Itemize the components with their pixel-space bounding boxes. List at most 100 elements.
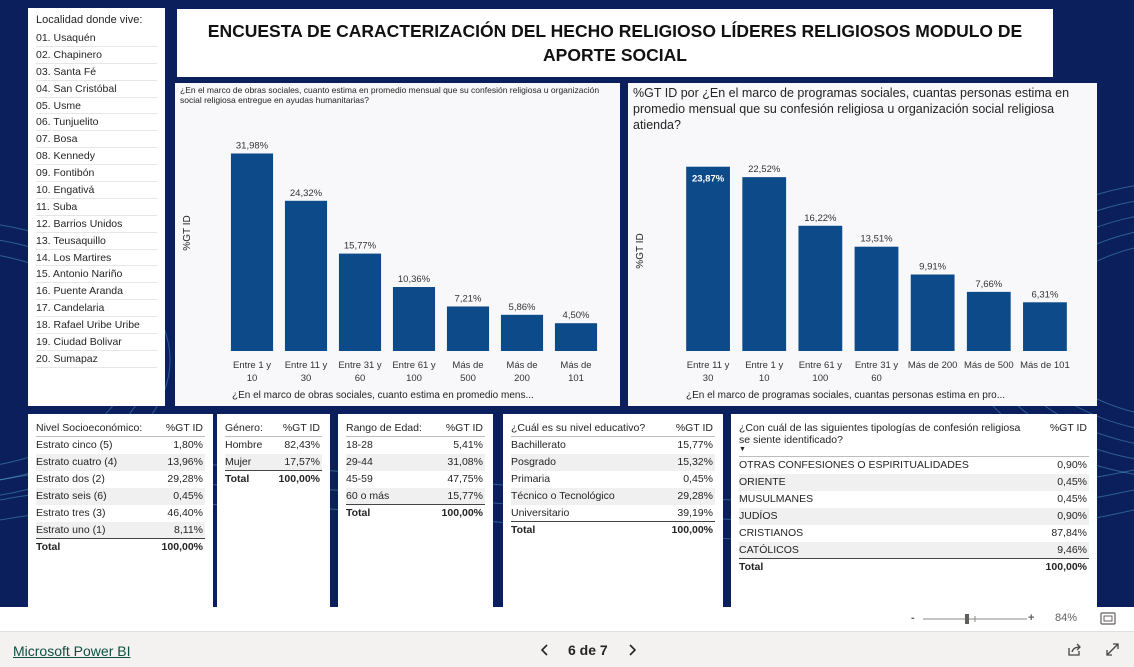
bar[interactable] bbox=[338, 253, 382, 351]
next-page-icon[interactable] bbox=[627, 644, 637, 656]
slicer-item[interactable]: 09. Fontibón bbox=[36, 165, 157, 183]
zoom-out-button[interactable]: - bbox=[911, 612, 915, 624]
slicer-item[interactable]: 07. Bosa bbox=[36, 131, 157, 149]
chart-programas-sociales: %GT ID 23,87% Entre 11 y 30 22,52% Entre 1 y 1… bbox=[628, 83, 1097, 406]
slicer-item[interactable]: 18. Rafael Uribe Uribe bbox=[36, 317, 157, 335]
slicer-item[interactable]: 17. Candelaria bbox=[36, 300, 157, 318]
slicer-item[interactable]: 03. Santa Fé bbox=[36, 64, 157, 81]
table-row[interactable]: OTRAS CONFESIONES O ESPIRITUALIDADES 0,90… bbox=[739, 457, 1089, 474]
table-row[interactable]: Estrato cuatro (4) 13,96% bbox=[36, 453, 205, 471]
column-header[interactable]: Nivel Socioeconómico: bbox=[36, 420, 157, 437]
x-tick-label: Más de bbox=[560, 360, 591, 371]
slicer-item[interactable]: 10. Engativá bbox=[36, 182, 157, 199]
table-row[interactable]: 18-28 5,41% bbox=[346, 437, 485, 454]
row-label: Estrato dos (2) bbox=[36, 473, 105, 485]
table-row[interactable]: Hombre 82,43% bbox=[225, 437, 322, 454]
data-label: 22,52% bbox=[748, 164, 781, 175]
table-row[interactable]: Estrato dos (2) 29,28% bbox=[36, 471, 205, 488]
table-row[interactable]: CRISTIANOS 87,84% bbox=[739, 525, 1089, 542]
table-row[interactable]: ORIENTE 0,45% bbox=[739, 473, 1089, 491]
bar[interactable] bbox=[854, 246, 899, 351]
row-value: 29,28% bbox=[665, 487, 715, 505]
x-tick-label: Más de 101 bbox=[1020, 360, 1070, 371]
table-row[interactable]: Bachillerato 15,77% bbox=[511, 437, 715, 454]
slicer-item[interactable]: 15. Antonio Nariño bbox=[36, 266, 157, 284]
x-tick-label: Más de bbox=[452, 360, 483, 371]
slicer-item[interactable]: 11. Suba bbox=[36, 199, 157, 216]
bar[interactable] bbox=[446, 306, 490, 351]
bar[interactable] bbox=[1023, 302, 1067, 351]
y-axis-label: %GT ID bbox=[635, 233, 646, 268]
table-row[interactable]: Universitario 39,19% bbox=[511, 504, 715, 522]
slicer-item[interactable]: 14. Los Martires bbox=[36, 250, 157, 267]
column-header[interactable]: %GT ID bbox=[1029, 420, 1089, 457]
table-row[interactable]: Posgrado 15,32% bbox=[511, 453, 715, 471]
column-header[interactable]: ¿Cuál es su nivel educativo? bbox=[511, 420, 666, 437]
zoom-bar: - + 84% bbox=[905, 609, 1130, 629]
bar[interactable] bbox=[686, 166, 730, 351]
column-header[interactable]: %GT ID bbox=[156, 420, 205, 437]
bar[interactable] bbox=[798, 225, 843, 351]
table-row[interactable]: Mujer 17,57% bbox=[225, 453, 322, 471]
column-header[interactable]: Rango de Edad: bbox=[346, 420, 436, 437]
table-row[interactable]: 29-44 31,08% bbox=[346, 453, 485, 471]
fullscreen-icon[interactable] bbox=[1105, 642, 1120, 657]
slicer-list: 01. Usaquén 02. Chapinero 03. Santa Fé 04. … bbox=[36, 30, 157, 368]
bar[interactable] bbox=[742, 177, 787, 351]
fit-page-icon[interactable] bbox=[1100, 612, 1116, 625]
table-row[interactable]: Estrato tres (3) 46,40% bbox=[36, 505, 205, 522]
zoom-slider[interactable] bbox=[921, 613, 1029, 625]
slicer-item[interactable]: 04. San Cristóbal bbox=[36, 81, 157, 98]
bar[interactable] bbox=[284, 200, 328, 351]
table-row[interactable]: Estrato seis (6) 0,45% bbox=[36, 487, 205, 505]
row-label: Posgrado bbox=[511, 453, 666, 471]
slicer-item[interactable]: 12. Barrios Unidos bbox=[36, 216, 157, 233]
powerbi-brand-link[interactable]: Microsoft Power BI bbox=[13, 643, 130, 659]
slicer-item[interactable]: 02. Chapinero bbox=[36, 47, 157, 64]
zoom-in-button[interactable]: + bbox=[1028, 612, 1034, 624]
table-row[interactable]: JUDÍOS 0,90% bbox=[739, 507, 1089, 525]
table-row[interactable]: MUSULMANES 0,45% bbox=[739, 491, 1089, 508]
row-label: Estrato uno (1) bbox=[36, 521, 157, 539]
data-label: 7,21% bbox=[455, 293, 482, 304]
column-header[interactable]: %GT ID bbox=[665, 420, 715, 437]
row-value: 1,80% bbox=[173, 439, 203, 452]
x-tick-label: Entre 1 y bbox=[233, 360, 271, 371]
sort-desc-icon[interactable]: ▼ bbox=[739, 446, 1027, 454]
row-value: 46,40% bbox=[167, 507, 203, 519]
column-header[interactable]: %GT ID bbox=[435, 420, 485, 437]
footer-bar: Microsoft Power BI 6 de 7 bbox=[0, 631, 1134, 667]
prev-page-icon[interactable] bbox=[540, 644, 550, 656]
bar[interactable] bbox=[554, 323, 598, 351]
column-header[interactable]: ¿Con cuál de las siguientes tipologías d… bbox=[739, 420, 1029, 457]
zoom-slider-thumb[interactable] bbox=[965, 614, 969, 624]
share-icon[interactable] bbox=[1067, 642, 1082, 657]
slicer-item[interactable]: 19. Ciudad Bolivar bbox=[36, 334, 157, 351]
table-row[interactable]: CATÓLICOS 9,46% bbox=[739, 541, 1089, 559]
slicer-item[interactable]: 08. Kennedy bbox=[36, 148, 157, 166]
x-tick-label: Más de bbox=[506, 360, 537, 371]
slicer-item[interactable]: 13. Teusaquillo bbox=[36, 233, 157, 250]
slicer-item[interactable]: 01. Usaquén bbox=[36, 30, 157, 47]
slicer-item[interactable]: 20. Sumapaz bbox=[36, 351, 157, 368]
table-row[interactable]: Técnico o Tecnológico 29,28% bbox=[511, 487, 715, 505]
total-label: Total bbox=[511, 521, 666, 539]
table-row[interactable]: 45-59 47,75% bbox=[346, 471, 485, 488]
table-row[interactable]: Estrato uno (1) 8,11% bbox=[36, 521, 205, 539]
bar[interactable] bbox=[230, 153, 274, 351]
column-header[interactable]: %GT ID bbox=[271, 420, 322, 437]
x-tick-label: Entre 31 y bbox=[855, 360, 899, 371]
slicer-item[interactable]: 06. Tunjuelito bbox=[36, 114, 157, 132]
row-label: CRISTIANOS bbox=[739, 527, 804, 539]
data-label: 6,31% bbox=[1031, 289, 1058, 300]
column-header[interactable]: Género: bbox=[225, 420, 272, 437]
bar[interactable] bbox=[966, 291, 1011, 351]
table-row[interactable]: Primaria 0,45% bbox=[511, 471, 715, 488]
table-row[interactable]: Estrato cinco (5) 1,80% bbox=[36, 437, 205, 454]
slicer-item[interactable]: 05. Usme bbox=[36, 98, 157, 115]
bar[interactable] bbox=[500, 314, 544, 351]
bar[interactable] bbox=[392, 287, 436, 351]
slicer-item[interactable]: 16. Puente Aranda bbox=[36, 283, 157, 301]
bar[interactable] bbox=[910, 274, 955, 351]
table-row[interactable]: 60 o más 15,77% bbox=[346, 487, 485, 505]
